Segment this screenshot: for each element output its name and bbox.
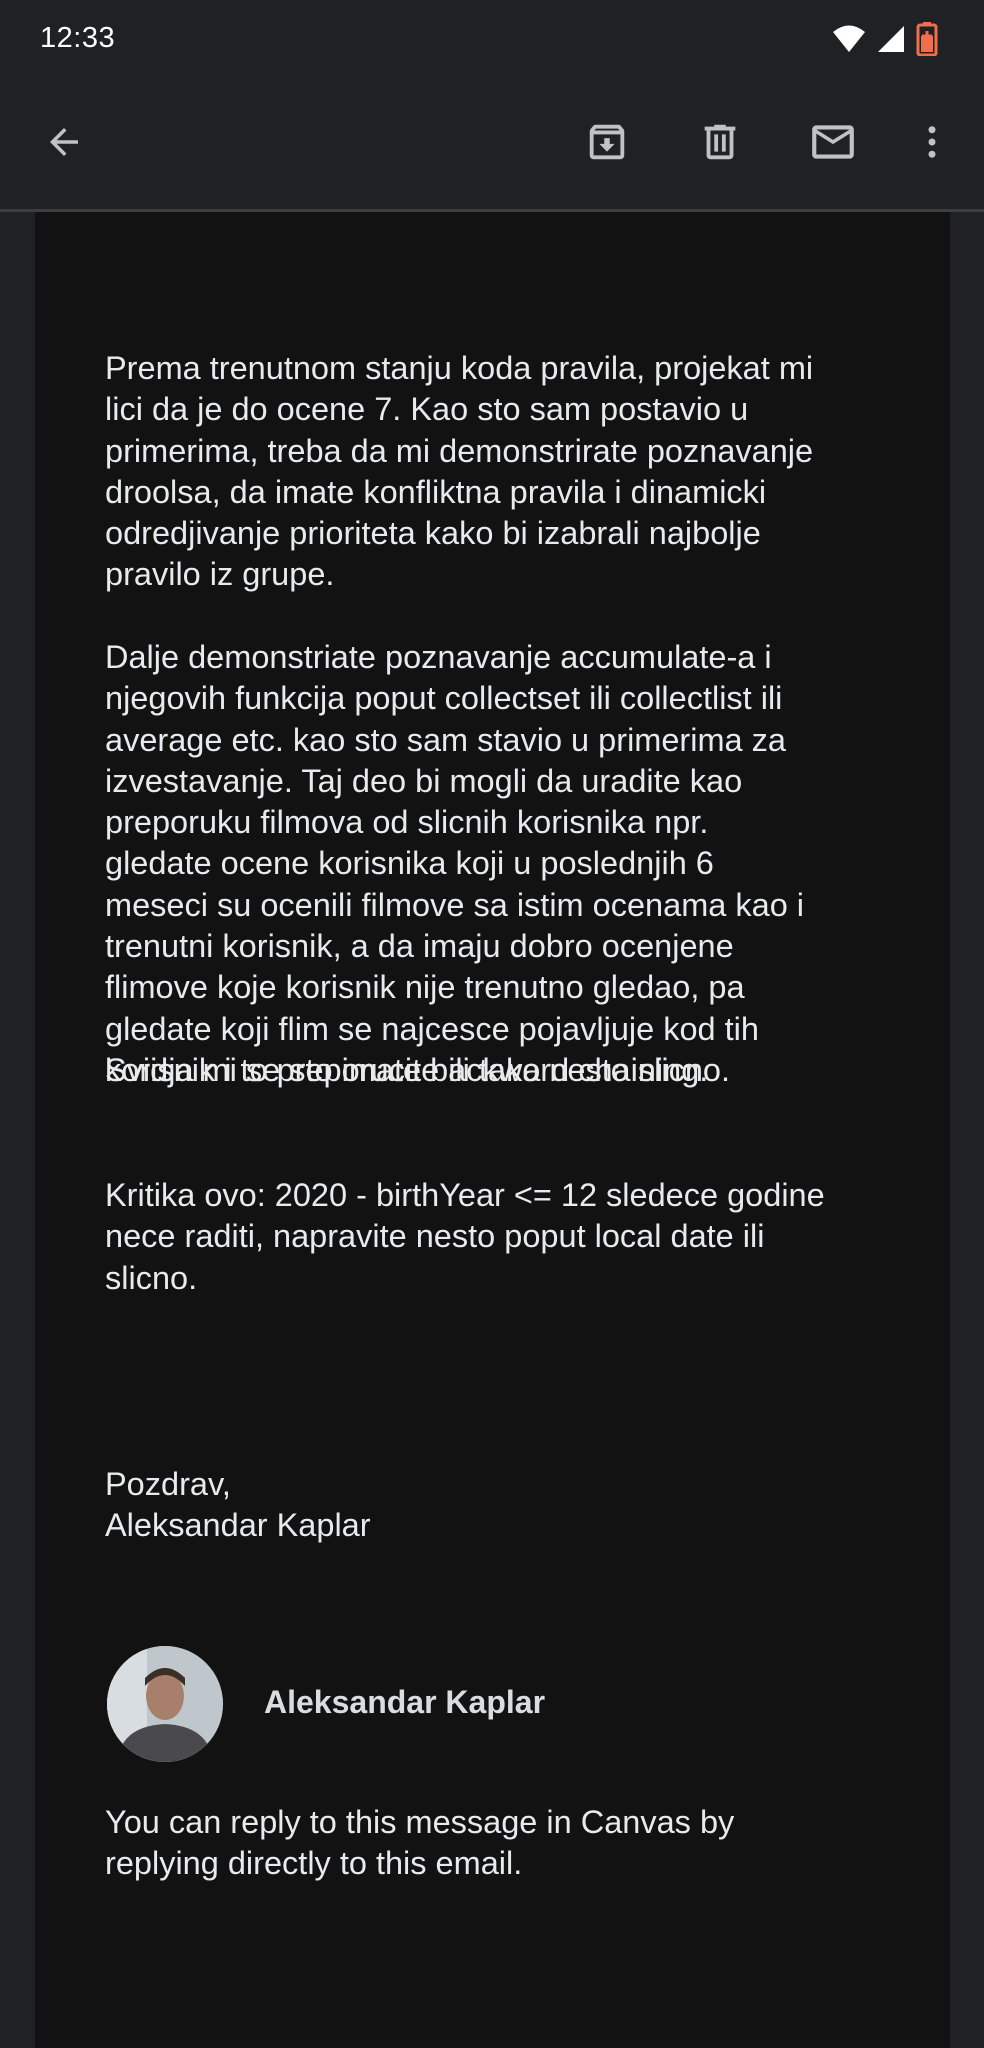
mark-unread-button[interactable]: [801, 110, 865, 174]
mark-unread-icon: [812, 125, 854, 159]
email-body-card: Prema trenutnom stanju koda pravila, pro…: [35, 212, 950, 2048]
back-button[interactable]: [32, 110, 96, 174]
status-bar: 12:33: [0, 0, 984, 82]
sender-name: Aleksandar Kaplar: [264, 1684, 546, 1720]
more-options-icon: [928, 126, 936, 158]
more-options-button[interactable]: [900, 110, 964, 174]
email-paragraph: Dalje demonstriate poznavanje accumulate…: [105, 639, 805, 1088]
email-toolbar: [0, 82, 984, 212]
back-arrow-icon: [50, 128, 78, 156]
status-time: 12:33: [40, 22, 116, 54]
email-paragraph: Prema trenutnom stanju koda pravila, pro…: [105, 350, 814, 593]
avatar: [107, 1646, 223, 1762]
cellular-signal-icon: [878, 26, 904, 52]
delete-button[interactable]: [688, 110, 752, 174]
archive-button[interactable]: [575, 110, 639, 174]
battery-saver-icon: [916, 22, 938, 56]
email-paragraph: Kritika ovo: 2020 - birthYear <= 12 sled…: [105, 1177, 825, 1296]
status-icons: [832, 22, 938, 56]
email-signature: Pozdrav, Aleksandar Kaplar: [105, 1466, 371, 1544]
delete-icon: [704, 124, 736, 160]
email-paragraph: Svidja mi se sto imate backward chaining…: [105, 1052, 709, 1088]
archive-icon: [589, 124, 625, 160]
wifi-icon: [833, 25, 865, 52]
canvas-reply-note: You can reply to this message in Canvas …: [105, 1804, 735, 1882]
